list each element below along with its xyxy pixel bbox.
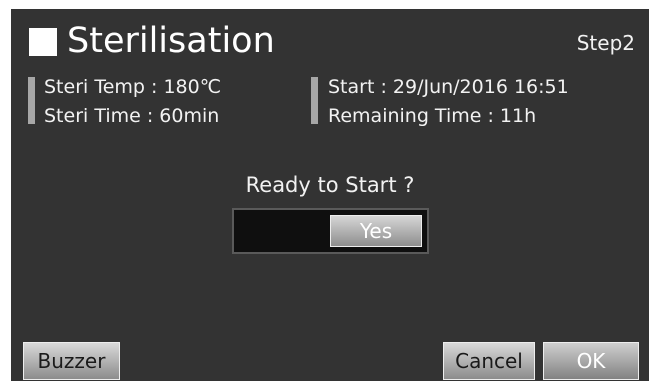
start-time: Start : 29/Jun/2016 16:51	[328, 76, 569, 98]
buzzer-button[interactable]: Buzzer	[23, 342, 120, 380]
title-square-icon	[29, 28, 57, 56]
start-toggle[interactable]: Yes	[232, 208, 429, 254]
ready-to-start-prompt: Ready to Start ?	[245, 173, 415, 197]
ok-button[interactable]: OK	[543, 342, 639, 380]
info-left-bar	[28, 77, 35, 124]
steri-temp: Steri Temp : 180℃	[44, 76, 222, 98]
page-title: Sterilisation	[67, 21, 275, 61]
yes-button[interactable]: Yes	[330, 215, 422, 247]
remaining-time: Remaining Time : 11h	[328, 105, 537, 127]
step-indicator: Step2	[576, 31, 635, 55]
sterilisation-screen: Sterilisation Step2 Steri Temp : 180℃ St…	[11, 9, 649, 381]
cancel-button[interactable]: Cancel	[443, 342, 535, 380]
info-right-bar	[311, 77, 318, 124]
steri-time: Steri Time : 60min	[44, 105, 220, 127]
